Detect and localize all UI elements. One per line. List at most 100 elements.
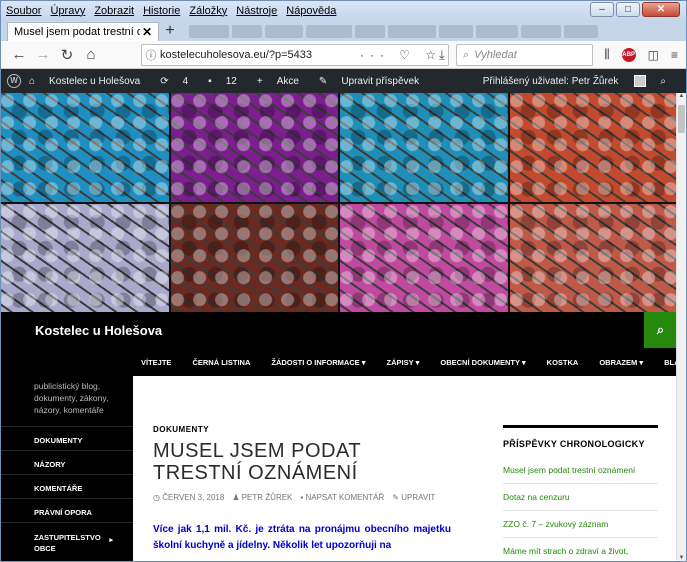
yarn-photo-tile bbox=[509, 203, 677, 312]
tab-active[interactable]: Musel jsem podat trestní oznámení ✕ bbox=[7, 22, 159, 41]
new-tab-button[interactable]: + bbox=[159, 22, 181, 41]
recent-posts-list: Musel jsem podat trestní oznámení Dotaz n… bbox=[503, 457, 658, 561]
menu-item[interactable]: Historie bbox=[143, 5, 180, 17]
post-content: DOKUMENTY MUSEL JSEM PODAT TRESTNÍ OZNÁM… bbox=[153, 376, 473, 561]
nav-item[interactable]: ŽÁDOSTI O INFORMACE ▾ bbox=[271, 358, 365, 367]
comments-count: 12 bbox=[225, 75, 237, 87]
sidebar-nav-item[interactable]: KOMENTÁŘE bbox=[1, 474, 133, 498]
yarn-photo-tile bbox=[509, 93, 677, 202]
logged-in-user[interactable]: Přihlášený uživatel: Petr Žůrek bbox=[483, 76, 619, 87]
comment-link[interactable]: ▪ NAPSAT KOMENTÁŘ bbox=[300, 493, 384, 502]
post-meta: ◷ ČERVEN 3, 2018 ♟ PETR ŽŮREK ▪ NAPSAT K… bbox=[153, 493, 473, 502]
site-title[interactable]: Kostelec u Holešova bbox=[35, 323, 162, 338]
search-icon: ⌕ bbox=[463, 48, 470, 61]
window-controls: – □ ✕ bbox=[590, 2, 680, 17]
scroll-down-arrow-icon[interactable]: ▼ bbox=[677, 555, 686, 561]
search-icon[interactable]: ⌕ bbox=[660, 76, 666, 87]
widget-heading: PŘÍSPĚVKY CHRONOLOGICKY bbox=[503, 439, 645, 449]
browser-window: Soubor Úpravy Zobrazit Historie Záložky Nástr… bbox=[0, 0, 687, 562]
yarn-photo-tile bbox=[340, 203, 508, 312]
sidebar-nav-item[interactable]: ZASTUPITELSTVO OBCE ▸ bbox=[1, 522, 133, 558]
site-search-icon[interactable]: ⌕ bbox=[644, 312, 677, 348]
wordpress-logo-icon[interactable]: W bbox=[7, 74, 21, 88]
download-icon[interactable]: ⤓ bbox=[439, 47, 445, 63]
menu-item[interactable]: Zobrazit bbox=[94, 5, 134, 17]
pencil-icon: ✎ bbox=[318, 75, 328, 87]
info-icon[interactable]: ⓘ bbox=[142, 47, 160, 63]
close-window-button[interactable]: ✕ bbox=[642, 2, 680, 17]
forward-arrow-icon[interactable]: → bbox=[31, 46, 55, 63]
page-scrollbar[interactable]: ▲ ▼ bbox=[676, 93, 686, 561]
menu-item[interactable]: Úpravy bbox=[50, 5, 85, 17]
sidebar-nav-item[interactable]: DOKUMENTY bbox=[1, 426, 133, 450]
url-text: kostelecuholesova.eu/?p=5433 bbox=[160, 49, 312, 61]
nav-item[interactable]: ČERNÁ LISTINA bbox=[192, 358, 250, 367]
nav-item[interactable]: KOSTKA bbox=[547, 358, 579, 367]
menu-item[interactable]: Záložky bbox=[189, 5, 227, 17]
post-author: PETR ŽŮREK bbox=[241, 493, 293, 502]
navigation-bar: ← → ↻ ⌂ ⓘ kostelecuholesova.eu/?p=5433 ·… bbox=[1, 41, 686, 69]
recent-post-link[interactable]: ZZO č. 7 – zvukový záznam bbox=[503, 511, 658, 538]
new-label: Akce bbox=[276, 75, 299, 87]
admin-site-name: Kostelec u Holešova bbox=[49, 75, 141, 87]
minimize-button[interactable]: – bbox=[590, 2, 614, 17]
new-content-link[interactable]: + Akce bbox=[257, 76, 309, 87]
yarn-photo-tile bbox=[1, 203, 169, 312]
refresh-icon: ⟳ bbox=[160, 75, 169, 87]
home-icon: ⌂ bbox=[29, 75, 36, 87]
nav-item[interactable]: VÍTEJTE bbox=[141, 358, 171, 367]
admin-site-link[interactable]: ⌂ Kostelec u Holešova bbox=[29, 76, 150, 87]
plus-icon: + bbox=[256, 75, 263, 87]
close-icon[interactable]: ✕ bbox=[142, 25, 152, 39]
updates-count: 4 bbox=[182, 75, 189, 87]
date-link[interactable]: ◷ ČERVEN 3, 2018 bbox=[153, 493, 224, 502]
tab-title: Musel jsem podat trestní oznámení bbox=[14, 26, 140, 38]
nav-item[interactable]: ZÁPISY ▾ bbox=[387, 358, 420, 367]
updates-link[interactable]: ⟳ 4 bbox=[160, 76, 198, 87]
post-category[interactable]: DOKUMENTY bbox=[153, 425, 473, 434]
hamburger-menu-icon[interactable]: ≡ bbox=[671, 48, 678, 62]
search-input[interactable]: ⌕ Vyhledat bbox=[456, 44, 593, 66]
search-placeholder: Vyhledat bbox=[474, 49, 517, 61]
adblock-icon[interactable]: ABP bbox=[621, 47, 636, 62]
menu-item[interactable]: Nástroje bbox=[236, 5, 277, 17]
home-icon[interactable]: ⌂ bbox=[79, 46, 103, 63]
sidebar-toggle-icon[interactable]: ◫ bbox=[648, 48, 659, 62]
site-description: publicistický blog, dokumenty, zákony, n… bbox=[34, 381, 109, 415]
nav-item[interactable]: OBECNÍ DOKUMENTY ▾ bbox=[440, 358, 525, 367]
edit-post-link[interactable]: ✎ Upravit příspěvek bbox=[319, 76, 429, 87]
post-title: MUSEL JSEM PODAT TRESTNÍ OZNÁMENÍ bbox=[153, 440, 361, 484]
back-arrow-icon[interactable]: ← bbox=[7, 46, 31, 63]
page-actions[interactable]: ··· ♡ ☆ bbox=[360, 48, 442, 62]
avatar[interactable] bbox=[634, 75, 647, 87]
address-bar[interactable]: ⓘ kostelecuholesova.eu/?p=5433 ··· ♡ ☆ bbox=[141, 44, 449, 66]
scroll-thumb[interactable] bbox=[678, 105, 685, 133]
yarn-photo-tile bbox=[340, 93, 508, 202]
widget-divider bbox=[503, 425, 658, 428]
primary-nav: VÍTEJTE ČERNÁ LISTINA ŽÁDOSTI O INFORMACE … bbox=[1, 348, 686, 376]
recent-post-link[interactable]: Dotaz na cenzuru bbox=[503, 484, 658, 511]
edit-label: Upravit příspěvek bbox=[341, 75, 420, 87]
header-image[interactable] bbox=[1, 93, 677, 312]
author-link[interactable]: ♟ PETR ŽŮREK bbox=[232, 493, 292, 502]
recent-post-link[interactable]: Musel jsem podat trestní oznámení bbox=[503, 457, 658, 484]
comments-link[interactable]: ▪ 12 bbox=[208, 76, 247, 87]
sidebar-nav-label: ZASTUPITELSTVO OBCE bbox=[34, 533, 101, 553]
edit-link[interactable]: ✎ UPRAVIT bbox=[392, 493, 435, 502]
scroll-up-arrow-icon[interactable]: ▲ bbox=[677, 93, 686, 99]
tab-strip: Musel jsem podat trestní oznámení ✕ + bbox=[1, 20, 686, 41]
nav-item[interactable]: OBRAZEM ▾ bbox=[599, 358, 643, 367]
blurred-tabs bbox=[189, 25, 598, 38]
yarn-photo-tile bbox=[1, 93, 169, 202]
menu-item[interactable]: Soubor bbox=[6, 5, 41, 17]
reload-icon[interactable]: ↻ bbox=[55, 46, 79, 64]
maximize-button[interactable]: □ bbox=[616, 2, 640, 17]
menu-item[interactable]: Nápověda bbox=[286, 5, 336, 17]
sidebar-nav-item[interactable]: NÁZORY bbox=[1, 450, 133, 474]
wp-admin-bar: W ⌂ Kostelec u Holešova ⟳ 4 ▪ 12 + Akce ✎ Upr… bbox=[1, 69, 686, 93]
recent-post-link[interactable]: Máme mít strach o zdraví a život, bbox=[503, 538, 658, 561]
right-sidebar: PŘÍSPĚVKY CHRONOLOGICKY Musel jsem podat… bbox=[503, 425, 658, 561]
sidebar-nav-item[interactable]: PRÁVNÍ OPORA bbox=[1, 498, 133, 522]
post-lead: Více jak 1,1 mil. Kč. je ztráta na proná… bbox=[153, 524, 451, 551]
library-icon[interactable]: ⫼ bbox=[604, 47, 610, 62]
